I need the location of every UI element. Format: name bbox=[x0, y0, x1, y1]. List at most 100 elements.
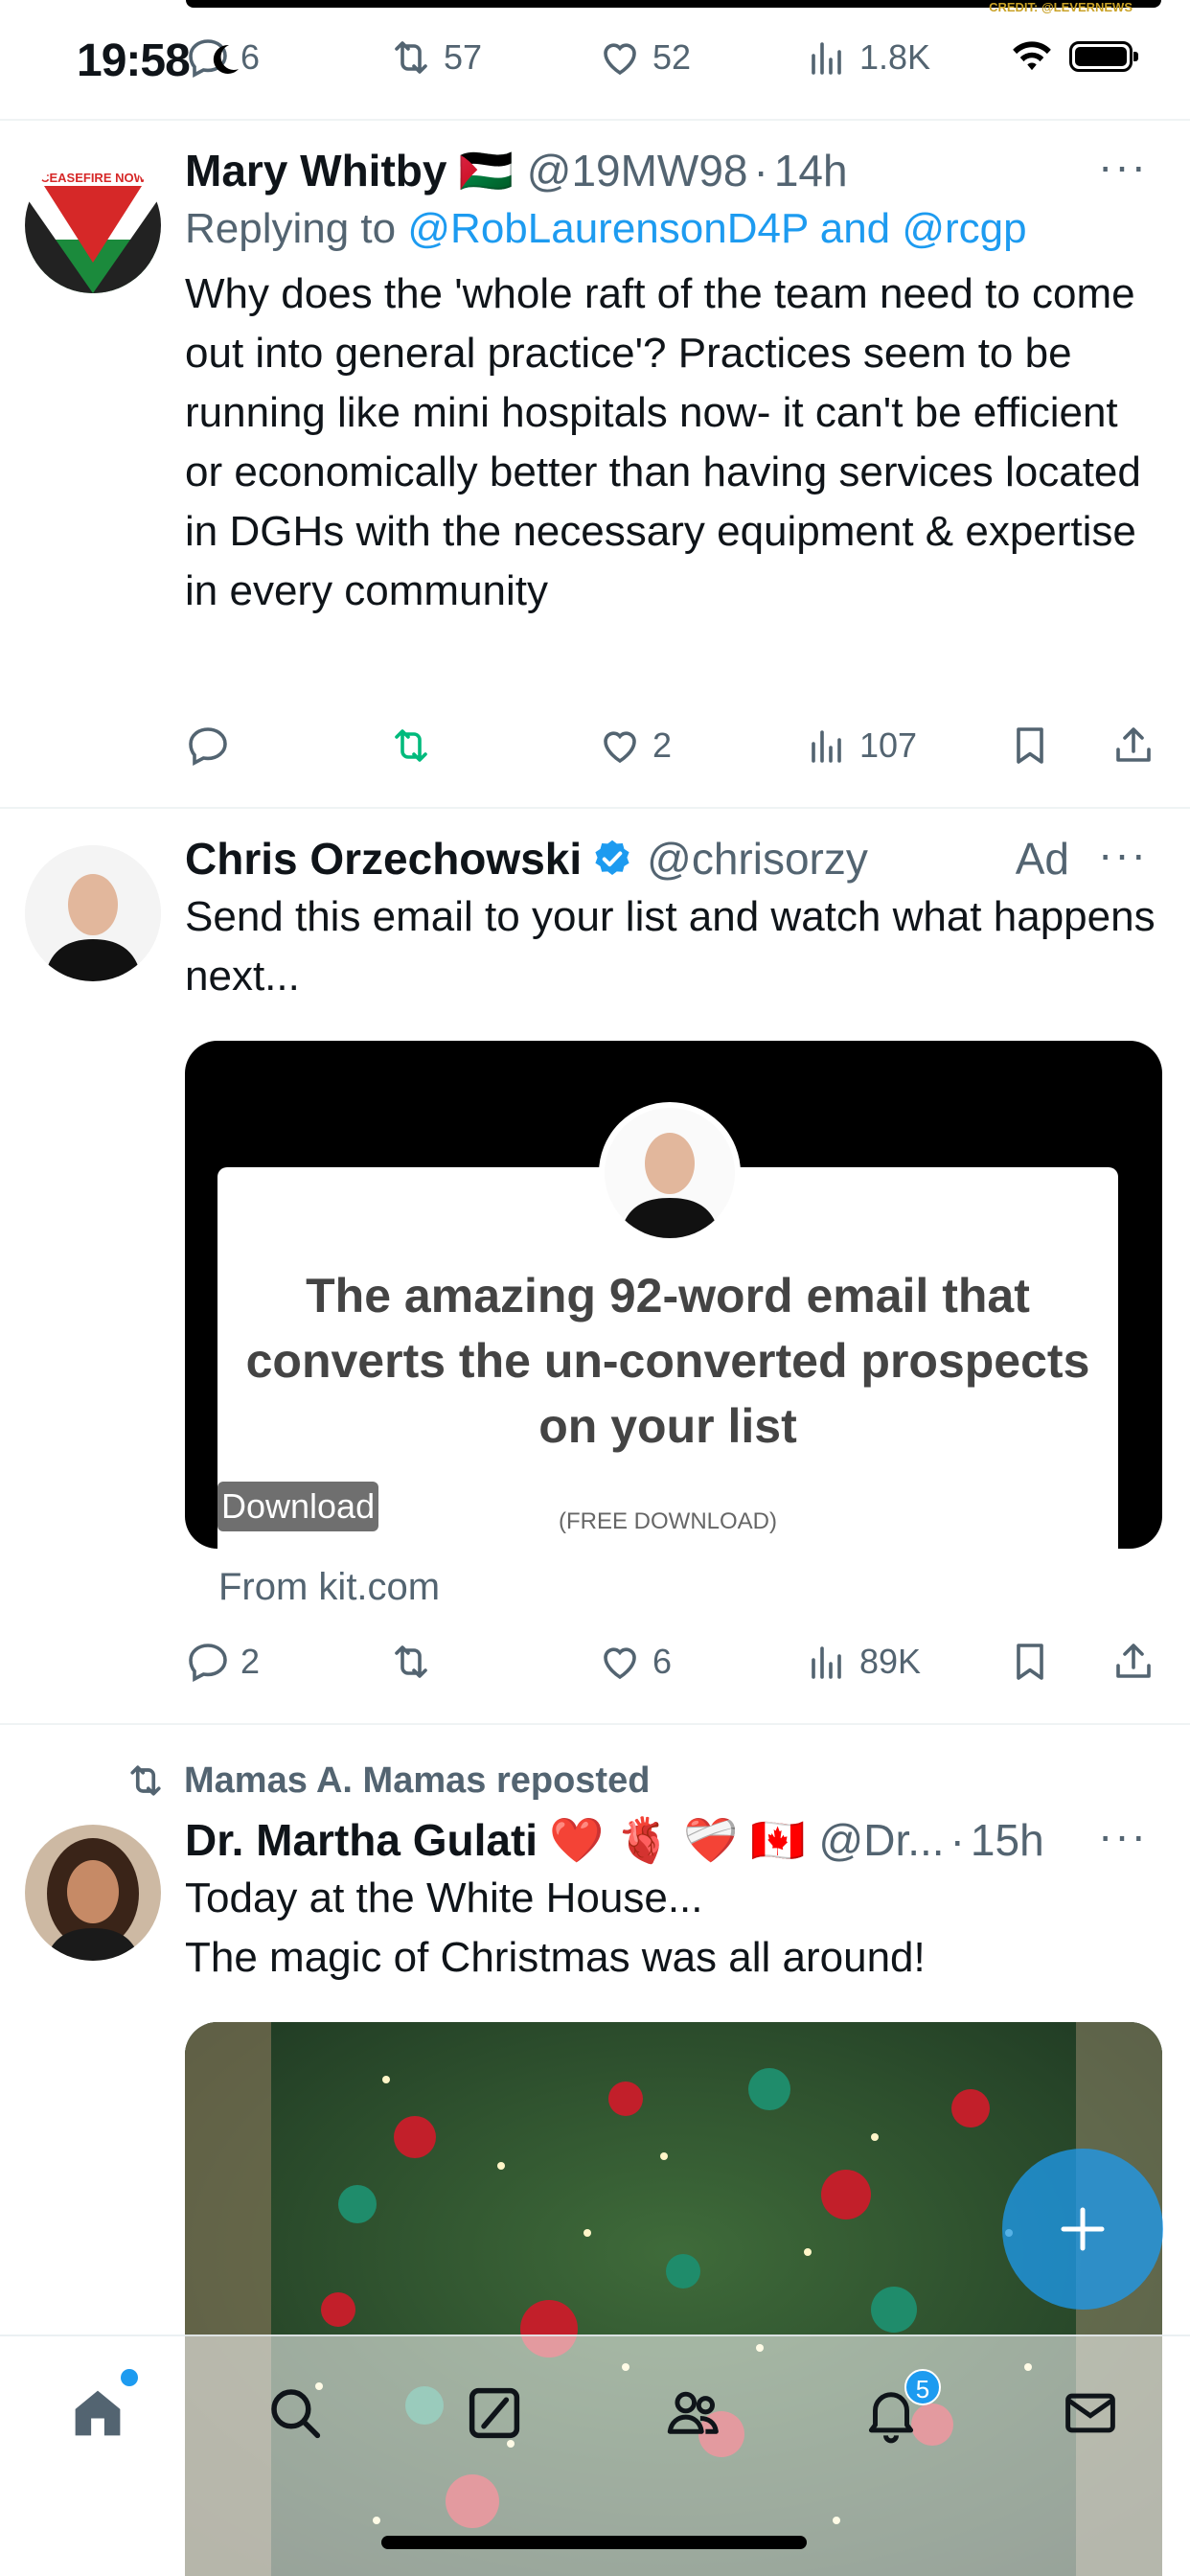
home-icon bbox=[75, 2390, 121, 2436]
bookmark-icon bbox=[1017, 1644, 1043, 1680]
author-name[interactable]: Mary Whitby bbox=[185, 142, 446, 199]
tweet-text: Why does the 'whole raft of the team nee… bbox=[185, 270, 1141, 614]
tab-notifications[interactable]: 5 bbox=[853, 2369, 941, 2451]
author-handle[interactable]: @19MW98 bbox=[527, 142, 748, 199]
tweet-header: Mary Whitby 🇵🇸 @19MW98 · 14h bbox=[185, 142, 1161, 199]
repost-icon bbox=[395, 1645, 427, 1678]
tweet-text-line: The magic of Christmas was all around! bbox=[185, 1934, 926, 1981]
more-options-button[interactable]: ··· bbox=[1098, 142, 1148, 190]
repost-icon bbox=[395, 729, 427, 762]
share-button[interactable] bbox=[1110, 1633, 1166, 1690]
author-handle[interactable]: @Dr... bbox=[819, 1811, 945, 1869]
like-button[interactable]: 2 bbox=[597, 717, 672, 774]
separator-dot: · bbox=[753, 146, 768, 196]
svg-text:CEASEFIRE NOW: CEASEFIRE NOW bbox=[40, 171, 147, 185]
views-button[interactable]: 1.8K bbox=[804, 29, 930, 86]
verified-badge-icon bbox=[595, 840, 629, 876]
ad-card[interactable]: The amazing 92-word email that converts … bbox=[185, 1041, 1162, 1549]
repost-button[interactable] bbox=[388, 1633, 444, 1690]
author-emojis: ❤️ 🫀 ❤️‍🩹 🇨🇦 bbox=[549, 1815, 806, 1865]
author-handle[interactable]: @chrisorzy bbox=[647, 830, 868, 887]
more-options-button[interactable]: ··· bbox=[1098, 830, 1148, 878]
system-icons bbox=[1010, 40, 1138, 73]
tab-home[interactable] bbox=[59, 2369, 138, 2451]
home-indicator[interactable] bbox=[381, 2536, 807, 2549]
reposted-by-label[interactable]: Mamas A. Mamas reposted bbox=[184, 1760, 650, 1802]
tweet-text: Send this email to your list and watch w… bbox=[185, 893, 1156, 1000]
reply-mentions[interactable]: @RobLaurensonD4P and @rcgp bbox=[407, 205, 1026, 252]
tweet-text-line: Today at the White House... bbox=[185, 1874, 703, 1921]
communities-icon bbox=[667, 2391, 719, 2434]
tweet-time[interactable]: 15h bbox=[971, 1811, 1044, 1869]
views-icon bbox=[812, 42, 841, 75]
avatar[interactable] bbox=[25, 845, 161, 981]
status-bar: CREDIT: @LEVERNEWS 6 57 52 1.8K 19:58 bbox=[0, 0, 1190, 121]
tweet-actions: 2 107 bbox=[185, 717, 1162, 774]
avatar-image: CEASEFIRE NOW bbox=[25, 157, 161, 293]
promoted-tweet[interactable]: Chris Orzechowski @chrisorzy Ad ··· Send… bbox=[0, 811, 1190, 1725]
tab-communities[interactable] bbox=[655, 2375, 732, 2451]
avatar[interactable] bbox=[25, 1825, 161, 1961]
focus-moon-icon bbox=[213, 44, 239, 74]
ad-card-photo bbox=[599, 1102, 741, 1244]
heart-icon bbox=[604, 731, 636, 764]
bookmark-icon bbox=[1017, 727, 1043, 764]
reply-context: Replying to @RobLaurensonD4P and @rcgp bbox=[185, 199, 1161, 259]
compose-button[interactable] bbox=[1002, 2149, 1163, 2310]
plus-icon bbox=[1061, 2207, 1105, 2251]
grok-icon bbox=[469, 2387, 520, 2439]
reply-icon bbox=[189, 727, 227, 766]
views-button[interactable]: 89K bbox=[804, 1633, 921, 1690]
new-posts-dot bbox=[121, 2369, 138, 2386]
avatar[interactable]: CEASEFIRE NOW bbox=[25, 157, 161, 293]
status-time: 19:58 bbox=[77, 35, 191, 86]
reply-prefix: Replying to bbox=[185, 205, 397, 252]
heart-icon bbox=[604, 1647, 636, 1680]
share-icon bbox=[1116, 1644, 1151, 1678]
tweet-body: Dr. Martha Gulati ❤️ 🫀 ❤️‍🩹 🇨🇦 @Dr... · … bbox=[185, 1811, 1161, 1988]
reply-icon bbox=[189, 1644, 227, 1682]
more-options-button[interactable]: ··· bbox=[1098, 1811, 1148, 1859]
bookmark-button[interactable] bbox=[1007, 717, 1063, 774]
repost-button[interactable] bbox=[388, 717, 444, 774]
repost-icon bbox=[130, 1765, 161, 1796]
heart-icon bbox=[604, 43, 636, 76]
tweet-body: Chris Orzechowski @chrisorzy Ad ··· Send… bbox=[185, 830, 1161, 1006]
tweet-header: Dr. Martha Gulati ❤️ 🫀 ❤️‍🩹 🇨🇦 @Dr... · … bbox=[185, 1811, 1161, 1869]
tweet-time[interactable]: 14h bbox=[774, 142, 848, 199]
repost-icon bbox=[395, 41, 427, 74]
search-icon bbox=[271, 2389, 321, 2439]
share-icon bbox=[1116, 727, 1151, 762]
author-name[interactable]: Chris Orzechowski bbox=[185, 830, 582, 887]
avatar-image bbox=[25, 845, 161, 981]
separator-dot: · bbox=[950, 1815, 965, 1865]
tab-grok[interactable] bbox=[456, 2375, 533, 2451]
tweet-actions: 2 6 89K bbox=[185, 1633, 1162, 1690]
reply-button[interactable]: 2 bbox=[185, 1633, 260, 1690]
card-source-link[interactable]: From kit.com bbox=[218, 1566, 440, 1609]
author-name[interactable]: Dr. Martha Gulati bbox=[185, 1811, 538, 1869]
download-label[interactable]: Download bbox=[217, 1482, 379, 1531]
notification-count-badge: 5 bbox=[904, 2369, 941, 2405]
tweet[interactable]: CEASEFIRE NOW Mary Whitby 🇵🇸 @19MW98 · 1… bbox=[0, 123, 1190, 809]
battery-icon bbox=[1069, 41, 1138, 72]
views-icon bbox=[812, 1646, 841, 1679]
repost-context: Mamas A. Mamas reposted bbox=[125, 1760, 650, 1802]
ad-label: Ad bbox=[1015, 834, 1069, 884]
views-icon bbox=[812, 730, 841, 763]
views-button[interactable]: 107 bbox=[804, 717, 917, 774]
reply-button[interactable] bbox=[185, 717, 240, 774]
share-button[interactable] bbox=[1110, 717, 1166, 774]
ad-card-headline: The amazing 92-word email that converts … bbox=[245, 1269, 1090, 1453]
bookmark-button[interactable] bbox=[1007, 1633, 1063, 1690]
mail-icon bbox=[1065, 2393, 1115, 2433]
wifi-icon bbox=[1013, 41, 1051, 71]
previous-media-credit: CREDIT: @LEVERNEWS bbox=[989, 0, 1133, 14]
repost-button[interactable]: 57 bbox=[388, 29, 482, 86]
like-button[interactable]: 52 bbox=[597, 29, 691, 86]
tweet-body: Mary Whitby 🇵🇸 @19MW98 · 14h ··· Replyin… bbox=[185, 142, 1161, 621]
tab-messages[interactable] bbox=[1052, 2375, 1129, 2451]
avatar-image bbox=[25, 1825, 161, 1961]
like-button[interactable]: 6 bbox=[597, 1633, 672, 1690]
tab-search[interactable] bbox=[257, 2375, 333, 2451]
